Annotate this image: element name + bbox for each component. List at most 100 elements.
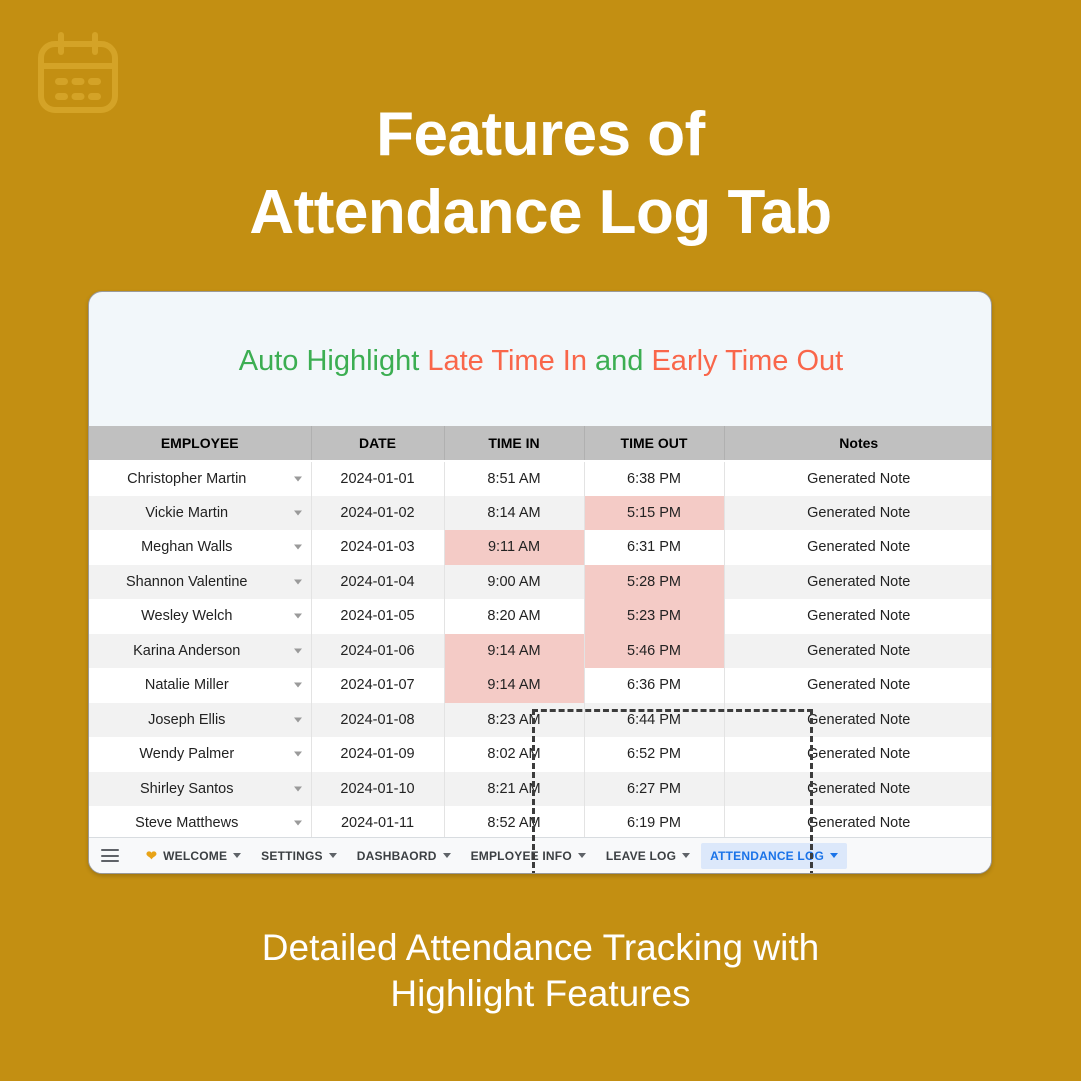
column-header-employee[interactable]: EMPLOYEE	[89, 426, 312, 462]
sheet-tab-leave-log[interactable]: LEAVE LOG	[597, 843, 699, 869]
chevron-down-icon[interactable]	[293, 510, 302, 516]
employee-name: Joseph Ellis	[148, 711, 226, 728]
chevron-down-icon[interactable]	[293, 476, 302, 482]
cell-date[interactable]: 2024-01-05	[311, 599, 445, 634]
cell-notes[interactable]: Generated Note	[724, 771, 991, 806]
cell-time-out[interactable]: 6:36 PM	[584, 668, 725, 703]
cell-time-in[interactable]: 8:23 AM	[444, 702, 585, 737]
cell-time-in[interactable]: 8:51 AM	[444, 461, 585, 496]
chevron-down-icon[interactable]	[328, 853, 337, 858]
cell-time-out[interactable]: 5:28 PM	[584, 564, 725, 599]
cell-employee[interactable]: Vickie Martin	[89, 495, 312, 530]
chevron-down-icon[interactable]	[293, 613, 302, 619]
cell-employee[interactable]: Karina Anderson	[89, 633, 312, 668]
chevron-down-icon[interactable]	[233, 853, 242, 858]
cell-notes[interactable]: Generated Note	[724, 633, 991, 668]
column-header-time-out[interactable]: TIME OUT	[584, 426, 725, 462]
cell-employee[interactable]: Meghan Walls	[89, 530, 312, 565]
sheet-tab-attendance-log[interactable]: ATTENDANCE LOG	[701, 842, 848, 869]
cell-employee[interactable]: Shannon Valentine	[89, 564, 312, 599]
employee-name: Steve Matthews	[135, 815, 239, 832]
attendance-table: EMPLOYEE DATE TIME IN TIME OUT Notes Chr…	[89, 426, 991, 841]
sheet-tab-bar: ❤ WELCOME SETTINGS DASHBAORD EMPLOYEE INFO LE…	[89, 837, 991, 873]
cell-employee[interactable]: Joseph Ellis	[89, 702, 312, 737]
cell-notes[interactable]: Generated Note	[724, 668, 991, 703]
cell-time-in[interactable]: 8:20 AM	[444, 599, 585, 634]
chevron-down-icon[interactable]	[293, 717, 302, 723]
cell-time-in[interactable]: 9:14 AM	[444, 633, 585, 668]
employee-name: Natalie Miller	[144, 677, 229, 694]
chevron-down-icon[interactable]	[682, 853, 691, 858]
chevron-down-icon[interactable]	[577, 853, 586, 858]
cell-date[interactable]: 2024-01-01	[311, 461, 445, 496]
sheet-tab-employee-info[interactable]: EMPLOYEE INFO	[462, 843, 595, 869]
cell-time-in[interactable]: 8:21 AM	[444, 771, 585, 806]
cell-date[interactable]: 2024-01-06	[311, 633, 445, 668]
sheet-tab-label: SETTINGS	[261, 848, 323, 863]
sheet-tab-label: DASHBAORD	[356, 848, 437, 863]
cell-notes[interactable]: Generated Note	[724, 461, 991, 496]
chevron-down-icon[interactable]	[442, 853, 451, 858]
cell-employee[interactable]: Christopher Martin	[89, 461, 312, 496]
employee-name: Karina Anderson	[133, 642, 241, 659]
chevron-down-icon[interactable]	[293, 544, 302, 550]
cell-time-out[interactable]: 5:23 PM	[584, 599, 725, 634]
cell-time-in[interactable]: 9:00 AM	[444, 564, 585, 599]
cell-notes[interactable]: Generated Note	[724, 564, 991, 599]
cell-date[interactable]: 2024-01-11	[311, 806, 445, 841]
chevron-down-icon[interactable]	[830, 853, 839, 858]
cell-employee[interactable]: Natalie Miller	[89, 668, 312, 703]
column-header-notes[interactable]: Notes	[724, 426, 991, 462]
cell-employee[interactable]: Wesley Welch	[89, 599, 312, 634]
cell-time-out[interactable]: 6:38 PM	[584, 461, 725, 496]
cell-notes[interactable]: Generated Note	[724, 806, 991, 841]
headline-line-1: Features of	[376, 100, 705, 169]
sheet-tab-label: EMPLOYEE INFO	[470, 848, 572, 863]
table-row: Steve Matthews 2024-01-11 8:52 AM 6:19 PM Ge…	[89, 806, 991, 841]
cell-time-out[interactable]: 6:19 PM	[584, 806, 725, 841]
cell-notes[interactable]: Generated Note	[724, 530, 991, 565]
cell-time-out[interactable]: 5:46 PM	[584, 633, 725, 668]
cell-date[interactable]: 2024-01-10	[311, 771, 445, 806]
cell-time-out[interactable]: 5:15 PM	[584, 495, 725, 530]
table-row: Karina Anderson 2024-01-06 9:14 AM 5:46 PM G…	[89, 633, 991, 668]
cell-time-out[interactable]: 6:44 PM	[584, 702, 725, 737]
employee-name: Wendy Palmer	[139, 746, 235, 763]
caption-line-1: Detailed Attendance Tracking with	[261, 927, 820, 968]
column-header-time-in[interactable]: TIME IN	[444, 426, 585, 462]
table-row: Wendy Palmer 2024-01-09 8:02 AM 6:52 PM Gene…	[89, 737, 991, 772]
cell-time-out[interactable]: 6:52 PM	[584, 737, 725, 772]
chevron-down-icon[interactable]	[293, 820, 302, 826]
sheet-tab-dashbaord[interactable]: DASHBAORD	[348, 843, 460, 869]
cell-date[interactable]: 2024-01-02	[311, 495, 445, 530]
cell-notes[interactable]: Generated Note	[724, 495, 991, 530]
cell-notes[interactable]: Generated Note	[724, 702, 991, 737]
cell-notes[interactable]: Generated Note	[724, 737, 991, 772]
cell-employee[interactable]: Shirley Santos	[89, 771, 312, 806]
chevron-down-icon[interactable]	[293, 751, 302, 757]
cell-time-in[interactable]: 8:02 AM	[444, 737, 585, 772]
cell-time-out[interactable]: 6:27 PM	[584, 771, 725, 806]
cell-date[interactable]: 2024-01-04	[311, 564, 445, 599]
cell-date[interactable]: 2024-01-03	[311, 530, 445, 565]
cell-time-in[interactable]: 8:52 AM	[444, 806, 585, 841]
cell-notes[interactable]: Generated Note	[724, 599, 991, 634]
cell-time-in[interactable]: 9:11 AM	[444, 530, 585, 565]
chevron-down-icon[interactable]	[293, 579, 302, 585]
cell-employee[interactable]: Steve Matthews	[89, 806, 312, 841]
cell-time-in[interactable]: 9:14 AM	[444, 668, 585, 703]
cell-time-in[interactable]: 8:14 AM	[444, 495, 585, 530]
cell-date[interactable]: 2024-01-08	[311, 702, 445, 737]
sheet-tab-settings[interactable]: SETTINGS	[252, 843, 346, 869]
cell-employee[interactable]: Wendy Palmer	[89, 737, 312, 772]
chevron-down-icon[interactable]	[293, 648, 302, 654]
cell-date[interactable]: 2024-01-07	[311, 668, 445, 703]
column-header-date[interactable]: DATE	[311, 426, 445, 462]
chevron-down-icon[interactable]	[293, 682, 302, 688]
chevron-down-icon[interactable]	[293, 786, 302, 792]
hamburger-icon[interactable]	[101, 849, 119, 862]
sheet-tab-welcome[interactable]: ❤ WELCOME	[137, 843, 250, 869]
cell-time-out[interactable]: 6:31 PM	[584, 530, 725, 565]
employee-name: Wesley Welch	[141, 608, 233, 625]
cell-date[interactable]: 2024-01-09	[311, 737, 445, 772]
